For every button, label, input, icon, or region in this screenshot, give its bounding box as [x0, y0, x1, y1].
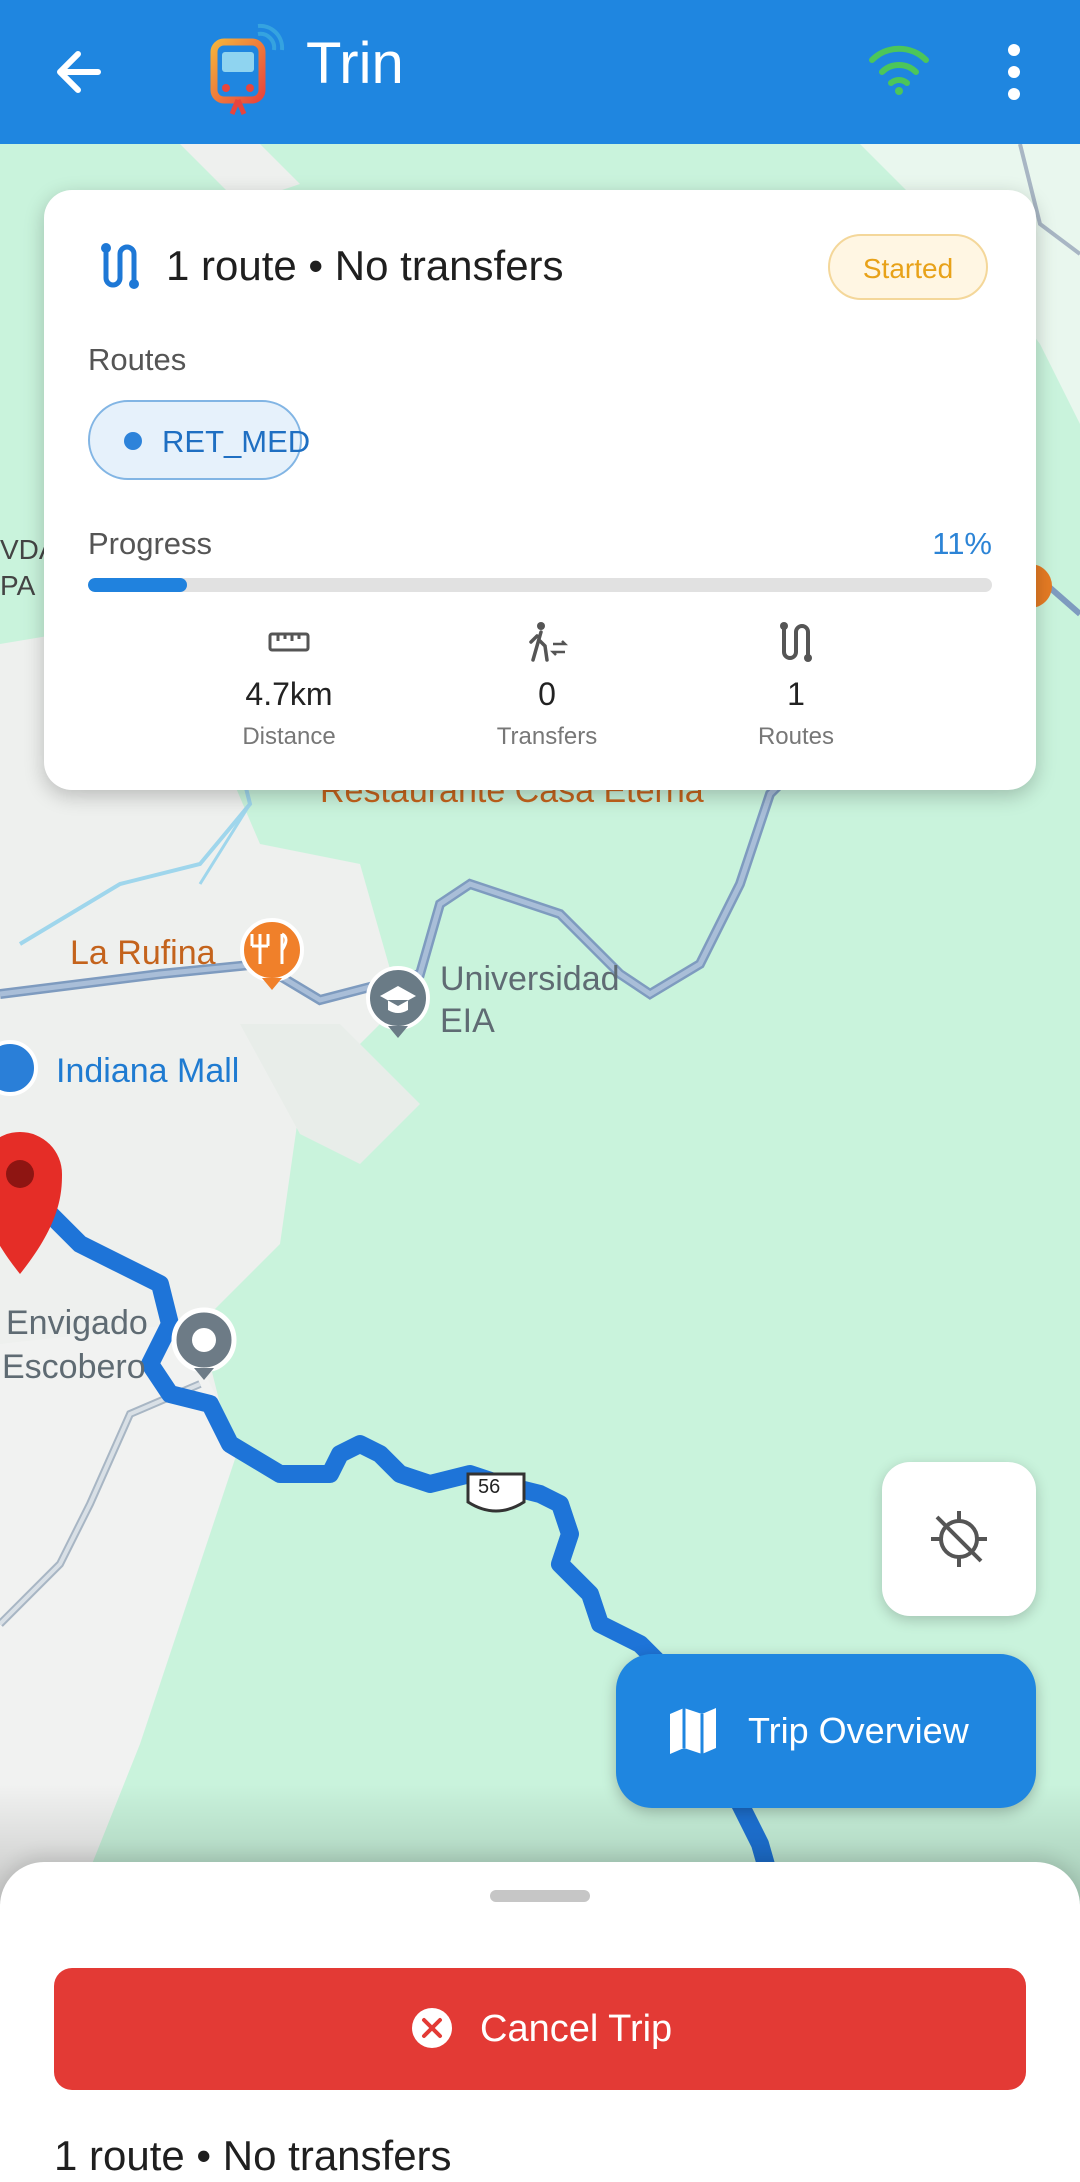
map-label-escobero: Escobero: [2, 1348, 146, 1386]
ruler-icon: [268, 632, 310, 652]
stat-routes: 1 Routes: [666, 620, 926, 751]
transfer-walk-icon: [529, 622, 569, 662]
map-label-indiana-mall: Indiana Mall: [56, 1052, 240, 1090]
progress-percent: 11%: [932, 526, 992, 561]
distance-label: Distance: [242, 723, 336, 750]
highway-number: 56: [478, 1476, 501, 1498]
route-info-card: 1 route • No transfers Started Routes RE…: [44, 190, 1036, 790]
chip-dot: [124, 432, 142, 450]
close-circle-icon: [412, 2008, 452, 2048]
bottom-sheet[interactable]: Cancel Trip 1 route • No transfers: [0, 1862, 1080, 2182]
app-title: Trin: [306, 31, 404, 96]
routes-label: Routes: [757, 723, 835, 750]
cancel-trip-button[interactable]: Cancel Trip: [54, 1968, 1026, 2090]
app-logo: [208, 22, 288, 118]
route-summary: 1 route • No transfers: [166, 242, 564, 289]
map-label-pa: PA: [0, 570, 36, 601]
cancel-trip-label: Cancel Trip: [480, 2008, 673, 2050]
map-label-la-rufina: La Rufina: [70, 934, 216, 972]
trip-overview-button[interactable]: Trip Overview: [616, 1654, 1036, 1808]
transfers-value: 0: [538, 676, 556, 712]
sheet-route-summary: 1 route • No transfers: [54, 2132, 452, 2179]
map-label-eia: EIA: [440, 1002, 495, 1040]
arrow-left-icon: [57, 51, 101, 93]
wifi-icon: [868, 40, 930, 96]
route-chip-label: RET_MED: [162, 424, 311, 459]
map-label-envigado: Envigado: [6, 1304, 148, 1342]
stat-transfers: 0 Transfers: [417, 620, 677, 751]
progress-bar: [88, 578, 992, 592]
map-label-universidad: Universidad: [440, 960, 620, 998]
route-chip[interactable]: RET_MED: [88, 400, 310, 480]
map-icon: [670, 1708, 716, 1754]
app-bar: Trin: [0, 0, 1080, 144]
back-button[interactable]: [40, 32, 120, 112]
progress-label: Progress: [88, 526, 213, 561]
route-icon: [780, 622, 812, 662]
more-vert-icon: [1008, 44, 1020, 100]
location-disabled-icon: [931, 1511, 987, 1567]
trip-overview-label: Trip Overview: [748, 1710, 969, 1751]
stat-distance: 4.7km Distance: [159, 620, 419, 751]
status-badge: Started: [828, 234, 988, 300]
routes-value: 1: [787, 676, 805, 712]
transfers-label: Transfers: [496, 723, 598, 750]
more-options-button[interactable]: [990, 36, 1038, 108]
routes-label: Routes: [88, 342, 187, 377]
distance-value: 4.7km: [245, 676, 333, 712]
route-icon: [101, 243, 139, 289]
my-location-button[interactable]: [882, 1462, 1036, 1616]
progress-bar-fill: [88, 578, 188, 592]
drag-handle[interactable]: [490, 1890, 590, 1902]
